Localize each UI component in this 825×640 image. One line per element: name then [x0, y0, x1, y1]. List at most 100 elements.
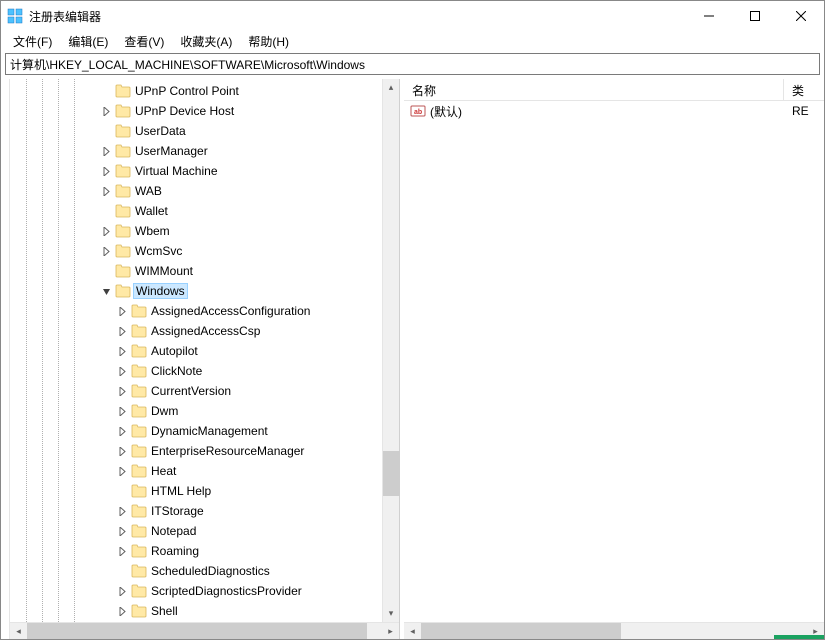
- expander-closed-icon[interactable]: [116, 445, 129, 458]
- tree-viewport[interactable]: UPnP Control Point UPnP Device Host UserDa…: [10, 79, 399, 622]
- close-button[interactable]: [778, 1, 824, 31]
- tree-item-label: Wallet: [135, 204, 168, 218]
- tree-item[interactable]: UserData: [10, 121, 399, 141]
- tree-item[interactable]: ClickNote: [10, 361, 399, 381]
- tree-hscroll-thumb[interactable]: [27, 623, 367, 640]
- folder-icon: [131, 404, 147, 418]
- expander-closed-icon[interactable]: [116, 585, 129, 598]
- tree-item[interactable]: ScheduledDiagnostics: [10, 561, 399, 581]
- minimize-button[interactable]: [686, 1, 732, 31]
- address-bar[interactable]: 计算机\HKEY_LOCAL_MACHINE\SOFTWARE\Microsof…: [5, 53, 820, 75]
- expander-closed-icon[interactable]: [100, 165, 113, 178]
- tree-item[interactable]: ITStorage: [10, 501, 399, 521]
- tree-item-label: ScriptedDiagnosticsProvider: [151, 584, 302, 598]
- expander-closed-icon[interactable]: [116, 385, 129, 398]
- tree-item[interactable]: ScriptedDiagnosticsProvider: [10, 581, 399, 601]
- tree-item[interactable]: Autopilot: [10, 341, 399, 361]
- list-item[interactable]: ab (默认) RE: [404, 101, 824, 121]
- expander-closed-icon[interactable]: [100, 185, 113, 198]
- tree-item[interactable]: Wbem: [10, 221, 399, 241]
- expander-closed-icon[interactable]: [116, 345, 129, 358]
- expander-closed-icon[interactable]: [116, 605, 129, 618]
- folder-icon: [131, 424, 147, 438]
- tree-item[interactable]: HTML Help: [10, 481, 399, 501]
- scroll-down-arrow-icon[interactable]: ▾: [383, 605, 399, 622]
- folder-icon: [131, 564, 147, 578]
- tree-vscroll-thumb[interactable]: [383, 451, 400, 496]
- tree-item[interactable]: UPnP Control Point: [10, 81, 399, 101]
- menu-favorites[interactable]: 收藏夹(A): [172, 32, 240, 51]
- expander-closed-icon[interactable]: [116, 525, 129, 538]
- body: UPnP Control Point UPnP Device Host UserDa…: [1, 79, 824, 639]
- tree-item[interactable]: Dwm: [10, 401, 399, 421]
- menu-edit[interactable]: 编辑(E): [60, 32, 116, 51]
- tree-item[interactable]: WAB: [10, 181, 399, 201]
- tree-horizontal-scrollbar[interactable]: ◂ ▸: [10, 622, 399, 639]
- folder-icon: [131, 324, 147, 338]
- tree-item[interactable]: EnterpriseResourceManager: [10, 441, 399, 461]
- expander-none: [100, 265, 113, 278]
- tree-item[interactable]: Roaming: [10, 541, 399, 561]
- expander-closed-icon[interactable]: [116, 365, 129, 378]
- column-name[interactable]: 名称: [404, 79, 784, 100]
- column-type[interactable]: 类: [784, 79, 824, 100]
- expander-closed-icon[interactable]: [100, 145, 113, 158]
- maximize-button[interactable]: [732, 1, 778, 31]
- folder-icon: [131, 344, 147, 358]
- tree-item[interactable]: CurrentVersion: [10, 381, 399, 401]
- list-hscroll-track[interactable]: [421, 623, 807, 640]
- tree-item[interactable]: AssignedAccessConfiguration: [10, 301, 399, 321]
- expander-closed-icon[interactable]: [116, 465, 129, 478]
- tree-item[interactable]: UPnP Device Host: [10, 101, 399, 121]
- status-indicator: [774, 635, 824, 639]
- window-title: 注册表编辑器: [29, 8, 101, 25]
- tree-item[interactable]: Windows: [10, 281, 399, 301]
- tree-item[interactable]: WcmSvc: [10, 241, 399, 261]
- menu-view[interactable]: 查看(V): [116, 32, 172, 51]
- tree-hscroll-track[interactable]: [27, 623, 382, 640]
- expander-closed-icon[interactable]: [116, 545, 129, 558]
- list-body[interactable]: ab (默认) RE: [404, 101, 824, 622]
- list-hscroll-thumb[interactable]: [421, 623, 621, 640]
- tree-item-label: WIMMount: [135, 264, 193, 278]
- expander-closed-icon[interactable]: [100, 245, 113, 258]
- tree-item[interactable]: Notepad: [10, 521, 399, 541]
- tree-item-label: UPnP Device Host: [135, 104, 234, 118]
- expander-open-icon[interactable]: [100, 285, 113, 298]
- expander-closed-icon[interactable]: [100, 105, 113, 118]
- list-horizontal-scrollbar[interactable]: ◂ ▸: [404, 622, 824, 639]
- scroll-right-arrow-icon[interactable]: ▸: [382, 623, 399, 640]
- tree-vertical-scrollbar[interactable]: ▴ ▾: [382, 79, 399, 622]
- tree-item[interactable]: Virtual Machine: [10, 161, 399, 181]
- tree-item[interactable]: UserManager: [10, 141, 399, 161]
- expander-closed-icon[interactable]: [116, 425, 129, 438]
- tree-item[interactable]: Wallet: [10, 201, 399, 221]
- tree-item-label: AssignedAccessCsp: [151, 324, 260, 338]
- tree-vscroll-track[interactable]: [383, 96, 399, 605]
- tree-item[interactable]: AssignedAccessCsp: [10, 321, 399, 341]
- scroll-left-arrow-icon[interactable]: ◂: [404, 623, 421, 640]
- expander-closed-icon[interactable]: [116, 305, 129, 318]
- scroll-left-arrow-icon[interactable]: ◂: [10, 623, 27, 640]
- menu-help[interactable]: 帮助(H): [240, 32, 297, 51]
- scroll-up-arrow-icon[interactable]: ▴: [383, 79, 399, 96]
- expander-closed-icon[interactable]: [100, 225, 113, 238]
- tree-item-label: UPnP Control Point: [135, 84, 239, 98]
- list-pane: 名称 类 ab (默认) RE ◂: [404, 79, 824, 639]
- folder-icon: [115, 244, 131, 258]
- titlebar[interactable]: 注册表编辑器: [1, 1, 824, 31]
- value-type: RE: [792, 104, 809, 118]
- tree-item[interactable]: WIMMount: [10, 261, 399, 281]
- menu-file[interactable]: 文件(F): [5, 32, 60, 51]
- expander-closed-icon[interactable]: [116, 325, 129, 338]
- window-controls: [686, 1, 824, 31]
- expander-closed-icon[interactable]: [116, 505, 129, 518]
- tree-item[interactable]: Shell: [10, 601, 399, 621]
- folder-icon: [131, 604, 147, 618]
- folder-icon: [115, 204, 131, 218]
- tree-item-label: WcmSvc: [135, 244, 182, 258]
- expander-closed-icon[interactable]: [116, 405, 129, 418]
- tree-item[interactable]: DynamicManagement: [10, 421, 399, 441]
- folder-icon: [131, 444, 147, 458]
- tree-item[interactable]: Heat: [10, 461, 399, 481]
